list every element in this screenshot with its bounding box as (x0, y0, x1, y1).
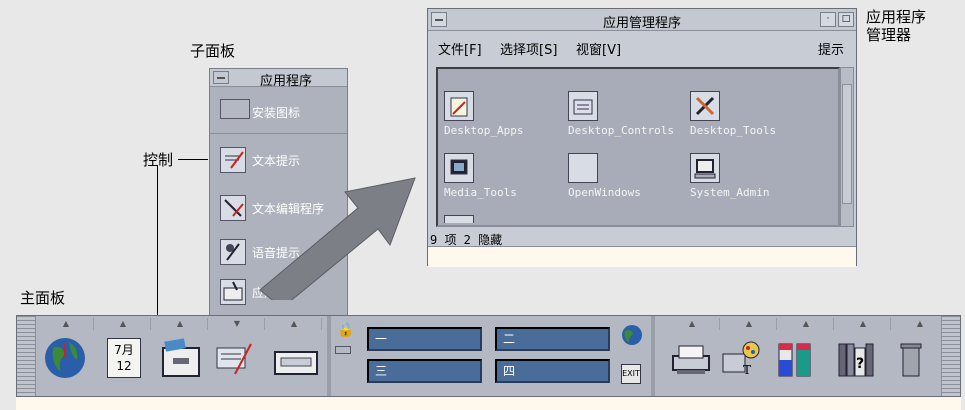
subpanel-tab-9[interactable]: ▲ (836, 318, 891, 330)
app-manager-callout-2: 管理器 (866, 26, 912, 44)
main-panel-callout: 主面板 (20, 289, 66, 307)
subpanel-tab-6[interactable]: ▲ (665, 318, 720, 330)
subpanel-tab-2[interactable]: ▲ (96, 318, 151, 330)
clock-control[interactable] (43, 334, 87, 386)
panel-left-handle[interactable] (17, 316, 36, 396)
busy-light-icon (335, 346, 351, 354)
style-manager-control[interactable]: T (719, 334, 763, 386)
folder-system-admin[interactable]: System_Admin (690, 153, 810, 199)
maximize-button[interactable]: □ (838, 12, 854, 27)
app-manager-window: 应用管理程序 · □ 文件[F] 选择项[S] 视窗[V] 提示 Desktop… (427, 8, 857, 267)
subpanel-item-install-icon[interactable]: 安装图标 (218, 97, 346, 127)
performance-meter-icon (778, 343, 811, 377)
text-note-control[interactable] (213, 334, 257, 386)
calendar-icon: 7月 12 (107, 338, 141, 378)
subpanel-title: 应用程序 (260, 74, 313, 89)
folder-openwindows[interactable]: OpenWindows (568, 153, 688, 199)
folder-icon (568, 153, 598, 183)
svg-text:T: T (743, 363, 751, 377)
vertical-scrollbar[interactable] (840, 67, 854, 227)
control-callout-line (178, 159, 208, 160)
subpanel-menu-button[interactable] (213, 71, 229, 84)
controls-folder-icon (568, 91, 598, 121)
front-panel-footer (16, 397, 961, 410)
panel-separator-left (327, 316, 331, 396)
folder-desktop-tools[interactable]: Desktop_Tools (690, 91, 810, 137)
media-folder-icon (444, 153, 474, 183)
menubar: 文件[F] 选择项[S] 视窗[V] 提示 (428, 35, 856, 61)
subpanel-tab-10[interactable]: ▲ (893, 318, 948, 330)
subpanel-tab-1[interactable]: ▲ (39, 318, 94, 330)
subpanel-divider (210, 133, 347, 134)
exit-button[interactable]: EXIT (621, 364, 641, 384)
subpanel-tab-8[interactable]: ▲ (779, 318, 834, 330)
subpanel-tab-7[interactable]: ▲ (722, 318, 777, 330)
printer-control[interactable] (669, 334, 713, 386)
pointer-arrow (259, 177, 416, 300)
mailer-control[interactable] (271, 334, 318, 386)
subpanel-tab-4[interactable]: ▼ (210, 318, 265, 330)
subpanel-callout: 子面板 (190, 42, 236, 60)
globe-clock-icon (45, 338, 85, 378)
workspace-3[interactable]: 三 (367, 359, 482, 383)
window-titlebar[interactable]: 应用管理程序 · □ (428, 9, 856, 31)
file-drawer-icon (162, 338, 200, 377)
apps-folder-icon (444, 91, 474, 121)
admin-folder-icon (690, 153, 720, 183)
svg-text:?: ? (856, 356, 864, 372)
minimize-button[interactable]: · (820, 12, 836, 27)
file-manager-control[interactable] (159, 334, 203, 386)
workspace-2[interactable]: 二 (495, 327, 610, 351)
mailbox-icon (274, 351, 318, 375)
status-footer (428, 246, 856, 267)
folder-desktop-apps[interactable]: Desktop_Apps (444, 91, 564, 137)
tools-folder-icon (690, 91, 720, 121)
partial-folder-icon (444, 215, 474, 223)
calendar-control[interactable]: 7月 12 (103, 334, 147, 386)
menu-view[interactable]: 视窗[V] (576, 39, 621, 58)
front-panel: ▲ ▲ ▲ ▼ ▲ 7月 12 🔒 一 二 三 四 EXIT ▲ ▲ ▲ ▲ ▲… (16, 315, 961, 397)
lock-icon[interactable]: 🔒 (337, 322, 354, 338)
performance-meter-control[interactable] (773, 334, 817, 386)
control-callout: 控制 (143, 151, 174, 169)
workspace-4[interactable]: 四 (495, 359, 610, 383)
workspace-1[interactable]: 一 (367, 327, 482, 351)
panel-separator-right (651, 316, 655, 396)
globe-icon[interactable] (621, 324, 643, 346)
menu-help[interactable]: 提示 (818, 39, 844, 58)
menu-file[interactable]: 文件[F] (438, 39, 482, 58)
folder-desktop-controls[interactable]: Desktop_Controls (568, 91, 688, 137)
subpanel-header[interactable]: 应用程序 (210, 69, 347, 89)
scrollbar-thumb[interactable] (842, 84, 852, 204)
folder-media-tools[interactable]: Media_Tools (444, 153, 564, 199)
help-manager-control[interactable]: ? (833, 334, 877, 386)
calendar-month: 7月 (114, 343, 134, 357)
calendar-day: 12 (116, 359, 132, 373)
trash-can-icon (900, 343, 922, 377)
window-title: 应用管理程序 (602, 16, 681, 31)
menu-selected[interactable]: 选择项[S] (500, 39, 557, 58)
install-drop-icon (220, 99, 250, 119)
text-note-icon-panel (216, 343, 252, 375)
file-view: Desktop_Apps Desktop_Controls Desktop_To… (436, 67, 840, 227)
subpanel-tab-5[interactable]: ▲ (267, 318, 322, 330)
help-books-icon: ? (838, 343, 874, 377)
style-manager-icon: T (722, 341, 760, 377)
trash-control[interactable] (891, 334, 935, 386)
subpanel-tab-3[interactable]: ▲ (153, 318, 208, 330)
panel-right-handle[interactable] (941, 316, 960, 396)
printer-icon (672, 345, 710, 374)
